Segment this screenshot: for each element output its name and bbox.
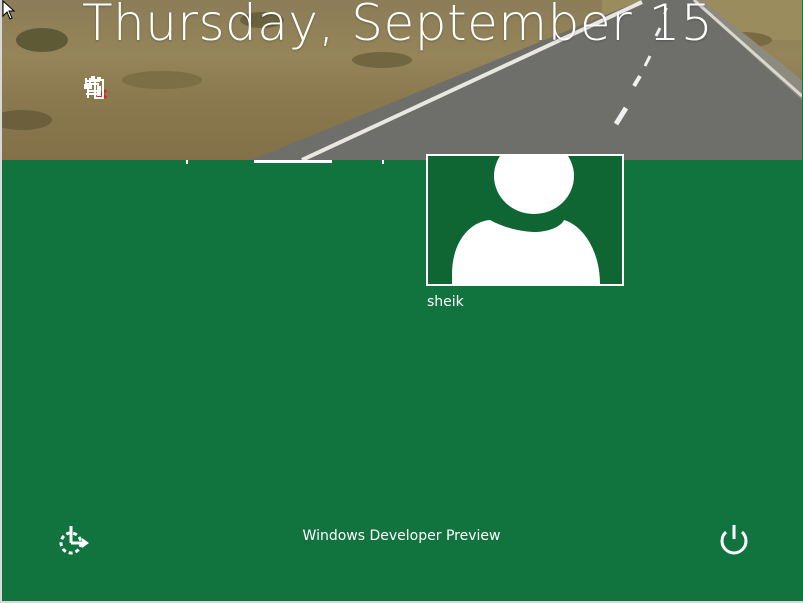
tile-remnant bbox=[186, 160, 384, 164]
window-border-left bbox=[0, 0, 2, 603]
user-tile[interactable] bbox=[426, 154, 624, 286]
windows-edition-label: Windows Developer Preview bbox=[302, 528, 501, 544]
user-avatar-icon bbox=[452, 156, 600, 284]
battery-charging-icon bbox=[84, 77, 104, 99]
logon-screen: Thursday, September 15 sheik Windows Dev… bbox=[0, 0, 803, 603]
power-icon[interactable] bbox=[717, 522, 751, 558]
mouse-pointer-icon bbox=[2, 0, 16, 20]
lock-screen-date: Thursday, September 15 bbox=[82, 0, 714, 52]
lock-screen-photo: Thursday, September 15 bbox=[2, 0, 802, 160]
user-name-label[interactable]: sheik bbox=[427, 294, 464, 310]
